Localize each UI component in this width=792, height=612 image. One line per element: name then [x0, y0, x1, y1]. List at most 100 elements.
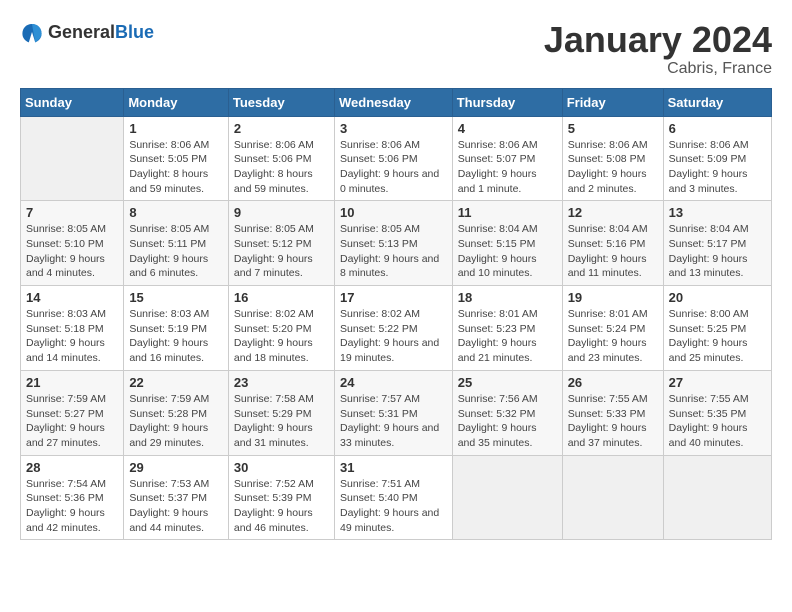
day-number: 8 — [129, 205, 223, 220]
day-info: Sunrise: 8:06 AMSunset: 5:06 PMDaylight:… — [234, 138, 329, 197]
logo-blue: Blue — [115, 22, 154, 42]
day-info: Sunrise: 8:04 AMSunset: 5:17 PMDaylight:… — [669, 222, 766, 281]
day-info: Sunrise: 7:55 AMSunset: 5:35 PMDaylight:… — [669, 392, 766, 451]
day-info: Sunrise: 7:59 AMSunset: 5:27 PMDaylight:… — [26, 392, 118, 451]
calendar-day-cell: 25 Sunrise: 7:56 AMSunset: 5:32 PMDayligh… — [452, 370, 562, 455]
calendar-header-cell: Sunday — [21, 88, 124, 116]
day-number: 29 — [129, 460, 223, 475]
header: GeneralBlue January 2024 Cabris, France — [20, 20, 772, 78]
calendar-header-cell: Wednesday — [334, 88, 452, 116]
day-info: Sunrise: 8:01 AMSunset: 5:24 PMDaylight:… — [568, 307, 658, 366]
calendar-day-cell: 28 Sunrise: 7:54 AMSunset: 5:36 PMDayligh… — [21, 455, 124, 540]
calendar-day-cell: 14 Sunrise: 8:03 AMSunset: 5:18 PMDayligh… — [21, 286, 124, 371]
day-number: 23 — [234, 375, 329, 390]
logo-icon — [20, 20, 44, 44]
day-info: Sunrise: 8:06 AMSunset: 5:06 PMDaylight:… — [340, 138, 447, 197]
title-area: January 2024 Cabris, France — [544, 20, 772, 78]
day-info: Sunrise: 7:55 AMSunset: 5:33 PMDaylight:… — [568, 392, 658, 451]
calendar-day-cell: 5 Sunrise: 8:06 AMSunset: 5:08 PMDaylight… — [562, 116, 663, 201]
day-number: 20 — [669, 290, 766, 305]
day-number: 19 — [568, 290, 658, 305]
calendar-day-cell: 31Sunrise: 7:51 AMSunset: 5:40 PMDayligh… — [334, 455, 452, 540]
calendar-day-cell: 2 Sunrise: 8:06 AMSunset: 5:06 PMDaylight… — [228, 116, 334, 201]
day-info: Sunrise: 8:05 AMSunset: 5:12 PMDaylight:… — [234, 222, 329, 281]
day-number: 12 — [568, 205, 658, 220]
day-info: Sunrise: 8:06 AMSunset: 5:09 PMDaylight:… — [669, 138, 766, 197]
day-number: 22 — [129, 375, 223, 390]
day-number: 16 — [234, 290, 329, 305]
calendar-week-row: 14 Sunrise: 8:03 AMSunset: 5:18 PMDayligh… — [21, 286, 772, 371]
day-info: Sunrise: 8:05 AMSunset: 5:13 PMDaylight:… — [340, 222, 447, 281]
day-number: 10 — [340, 205, 447, 220]
calendar-day-cell: 1Sunrise: 8:06 AMSunset: 5:05 PMDaylight… — [124, 116, 229, 201]
day-info: Sunrise: 8:03 AMSunset: 5:19 PMDaylight:… — [129, 307, 223, 366]
day-info: Sunrise: 7:58 AMSunset: 5:29 PMDaylight:… — [234, 392, 329, 451]
calendar-day-cell: 21 Sunrise: 7:59 AMSunset: 5:27 PMDayligh… — [21, 370, 124, 455]
logo: GeneralBlue — [20, 20, 154, 44]
day-info: Sunrise: 8:04 AMSunset: 5:16 PMDaylight:… — [568, 222, 658, 281]
day-number: 7 — [26, 205, 118, 220]
calendar-day-cell: 15 Sunrise: 8:03 AMSunset: 5:19 PMDayligh… — [124, 286, 229, 371]
calendar-day-cell: 10 Sunrise: 8:05 AMSunset: 5:13 PMDayligh… — [334, 201, 452, 286]
calendar-day-cell — [562, 455, 663, 540]
location-title: Cabris, France — [544, 60, 772, 78]
day-number: 25 — [458, 375, 557, 390]
day-number: 28 — [26, 460, 118, 475]
calendar-day-cell: 4Sunrise: 8:06 AMSunset: 5:07 PMDaylight… — [452, 116, 562, 201]
calendar-day-cell: 27 Sunrise: 7:55 AMSunset: 5:35 PMDayligh… — [663, 370, 771, 455]
day-number: 15 — [129, 290, 223, 305]
calendar-day-cell: 8 Sunrise: 8:05 AMSunset: 5:11 PMDaylight… — [124, 201, 229, 286]
day-number: 21 — [26, 375, 118, 390]
calendar-day-cell — [663, 455, 771, 540]
day-info: Sunrise: 8:00 AMSunset: 5:25 PMDaylight:… — [669, 307, 766, 366]
calendar-day-cell: 23 Sunrise: 7:58 AMSunset: 5:29 PMDayligh… — [228, 370, 334, 455]
day-number: 30 — [234, 460, 329, 475]
day-number: 4 — [458, 121, 557, 136]
calendar-day-cell: 24Sunrise: 7:57 AMSunset: 5:31 PMDayligh… — [334, 370, 452, 455]
calendar-day-cell: 13 Sunrise: 8:04 AMSunset: 5:17 PMDayligh… — [663, 201, 771, 286]
day-info: Sunrise: 7:56 AMSunset: 5:32 PMDaylight:… — [458, 392, 557, 451]
calendar-day-cell: 20 Sunrise: 8:00 AMSunset: 5:25 PMDayligh… — [663, 286, 771, 371]
day-number: 6 — [669, 121, 766, 136]
calendar-header-cell: Saturday — [663, 88, 771, 116]
day-info: Sunrise: 7:54 AMSunset: 5:36 PMDaylight:… — [26, 477, 118, 536]
logo-general: General — [48, 22, 115, 42]
day-number: 3 — [340, 121, 447, 136]
calendar-week-row: 7Sunrise: 8:05 AMSunset: 5:10 PMDaylight… — [21, 201, 772, 286]
day-number: 14 — [26, 290, 118, 305]
day-info: Sunrise: 7:57 AMSunset: 5:31 PMDaylight:… — [340, 392, 447, 451]
day-info: Sunrise: 7:53 AMSunset: 5:37 PMDaylight:… — [129, 477, 223, 536]
day-number: 26 — [568, 375, 658, 390]
day-number: 17 — [340, 290, 447, 305]
day-number: 13 — [669, 205, 766, 220]
calendar-table: SundayMondayTuesdayWednesdayThursdayFrid… — [20, 88, 772, 541]
calendar-header-cell: Tuesday — [228, 88, 334, 116]
calendar-header-row: SundayMondayTuesdayWednesdayThursdayFrid… — [21, 88, 772, 116]
calendar-day-cell: 3 Sunrise: 8:06 AMSunset: 5:06 PMDaylight… — [334, 116, 452, 201]
calendar-day-cell: 6 Sunrise: 8:06 AMSunset: 5:09 PMDaylight… — [663, 116, 771, 201]
month-title: January 2024 — [544, 20, 772, 60]
calendar-day-cell: 22 Sunrise: 7:59 AMSunset: 5:28 PMDayligh… — [124, 370, 229, 455]
day-info: Sunrise: 8:05 AMSunset: 5:11 PMDaylight:… — [129, 222, 223, 281]
day-number: 5 — [568, 121, 658, 136]
day-info: Sunrise: 8:04 AMSunset: 5:15 PMDaylight:… — [458, 222, 557, 281]
day-number: 2 — [234, 121, 329, 136]
calendar-day-cell — [21, 116, 124, 201]
day-number: 9 — [234, 205, 329, 220]
calendar-week-row: 1Sunrise: 8:06 AMSunset: 5:05 PMDaylight… — [21, 116, 772, 201]
day-info: Sunrise: 8:02 AMSunset: 5:22 PMDaylight:… — [340, 307, 447, 366]
day-info: Sunrise: 8:06 AMSunset: 5:08 PMDaylight:… — [568, 138, 658, 197]
calendar-header-cell: Monday — [124, 88, 229, 116]
day-info: Sunrise: 7:51 AMSunset: 5:40 PMDaylight:… — [340, 477, 447, 536]
day-number: 27 — [669, 375, 766, 390]
logo-text: GeneralBlue — [48, 22, 154, 43]
calendar-day-cell: 26 Sunrise: 7:55 AMSunset: 5:33 PMDayligh… — [562, 370, 663, 455]
day-info: Sunrise: 7:59 AMSunset: 5:28 PMDaylight:… — [129, 392, 223, 451]
day-info: Sunrise: 8:01 AMSunset: 5:23 PMDaylight:… — [458, 307, 557, 366]
day-info: Sunrise: 8:03 AMSunset: 5:18 PMDaylight:… — [26, 307, 118, 366]
day-info: Sunrise: 8:06 AMSunset: 5:05 PMDaylight:… — [129, 138, 223, 197]
calendar-day-cell: 9 Sunrise: 8:05 AMSunset: 5:12 PMDaylight… — [228, 201, 334, 286]
calendar-week-row: 28 Sunrise: 7:54 AMSunset: 5:36 PMDayligh… — [21, 455, 772, 540]
calendar-day-cell: 17 Sunrise: 8:02 AMSunset: 5:22 PMDayligh… — [334, 286, 452, 371]
day-info: Sunrise: 7:52 AMSunset: 5:39 PMDaylight:… — [234, 477, 329, 536]
